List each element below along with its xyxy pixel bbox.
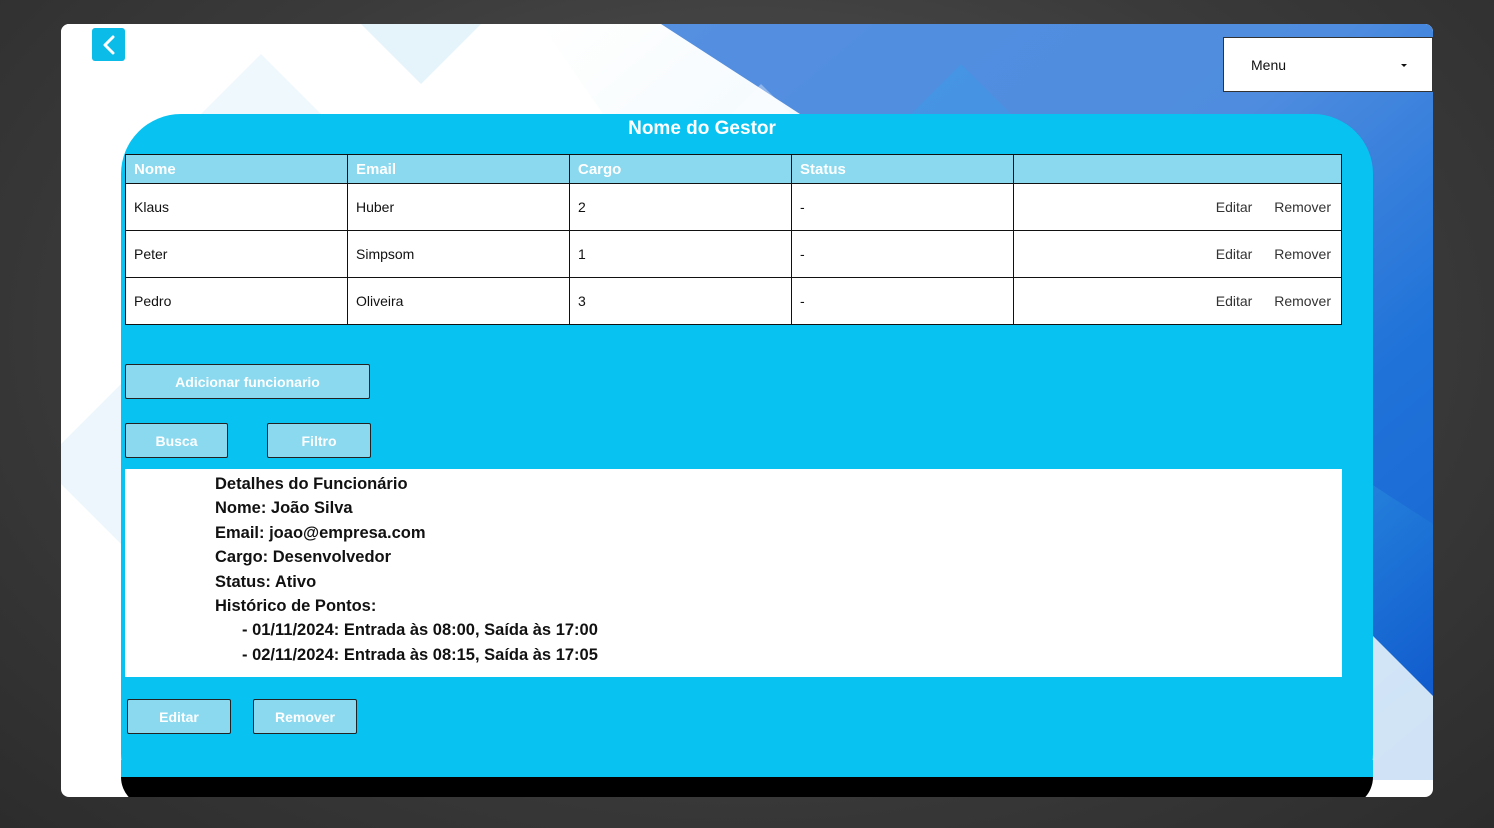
cell-cargo: 3 bbox=[569, 277, 792, 325]
employee-details: Detalhes do Funcionário Nome: João Silva… bbox=[125, 469, 1342, 677]
table-row[interactable]: Peter Simpsom 1 - Editar Remover bbox=[125, 230, 1342, 278]
add-employee-button[interactable]: Adicionar funcionario bbox=[125, 364, 370, 399]
column-header-email: Email bbox=[347, 154, 570, 184]
chevron-left-icon bbox=[103, 35, 114, 54]
cell-status: - bbox=[791, 183, 1014, 231]
cell-email: Simpsom bbox=[347, 230, 570, 278]
panel-bottom-bar bbox=[121, 777, 1373, 797]
cell-nome: Klaus bbox=[125, 183, 348, 231]
column-header-cargo: Cargo bbox=[569, 154, 792, 184]
cell-nome: Pedro bbox=[125, 277, 348, 325]
cell-email: Huber bbox=[347, 183, 570, 231]
employee-table: Nome Email Cargo Status Klaus Huber 2 - … bbox=[125, 154, 1342, 325]
details-heading: Detalhes do Funcionário bbox=[215, 475, 408, 493]
edit-button[interactable]: Editar bbox=[127, 699, 231, 734]
page-title: Nome do Gestor bbox=[628, 118, 776, 139]
details-email: Email: joao@empresa.com bbox=[215, 523, 426, 542]
remove-link[interactable]: Remover bbox=[1274, 293, 1331, 309]
cell-actions: Editar Remover bbox=[1013, 277, 1342, 325]
table-row[interactable]: Klaus Huber 2 - Editar Remover bbox=[125, 183, 1342, 231]
details-status: Status: Ativo bbox=[215, 572, 317, 591]
edit-link[interactable]: Editar bbox=[1216, 293, 1253, 309]
column-header-actions bbox=[1013, 154, 1342, 184]
cell-status: - bbox=[791, 277, 1014, 325]
menu-dropdown[interactable]: Menu bbox=[1223, 37, 1433, 92]
table-row[interactable]: Pedro Oliveira 3 - Editar Remover bbox=[125, 277, 1342, 325]
history-item: - 02/11/2024: Entrada às 08:15, Saída às… bbox=[242, 645, 598, 664]
remove-link[interactable]: Remover bbox=[1274, 246, 1331, 262]
back-button[interactable] bbox=[92, 28, 125, 61]
column-header-nome: Nome bbox=[125, 154, 348, 184]
search-button[interactable]: Busca bbox=[125, 423, 228, 458]
cell-actions: Editar Remover bbox=[1013, 183, 1342, 231]
cell-cargo: 1 bbox=[569, 230, 792, 278]
caret-down-icon bbox=[1401, 64, 1407, 67]
remove-link[interactable]: Remover bbox=[1274, 199, 1331, 215]
menu-label: Menu bbox=[1251, 56, 1287, 73]
cell-nome: Peter bbox=[125, 230, 348, 278]
filter-button[interactable]: Filtro bbox=[267, 423, 371, 458]
app-window: Menu Nome do Gestor Nome Email Cargo Sta… bbox=[61, 24, 1433, 797]
cell-cargo: 2 bbox=[569, 183, 792, 231]
details-name: Nome: João Silva bbox=[215, 499, 353, 518]
details-role: Cargo: Desenvolvedor bbox=[215, 548, 392, 567]
table-header-row: Nome Email Cargo Status bbox=[125, 154, 1342, 184]
details-history-label: Histórico de Pontos: bbox=[215, 597, 377, 616]
cell-status: - bbox=[791, 230, 1014, 278]
cell-actions: Editar Remover bbox=[1013, 230, 1342, 278]
edit-link[interactable]: Editar bbox=[1216, 246, 1253, 262]
history-item: - 01/11/2024: Entrada às 08:00, Saída às… bbox=[242, 621, 598, 640]
cell-email: Oliveira bbox=[347, 277, 570, 325]
edit-link[interactable]: Editar bbox=[1216, 199, 1253, 215]
column-header-status: Status bbox=[791, 154, 1014, 184]
remove-button[interactable]: Remover bbox=[253, 699, 357, 734]
